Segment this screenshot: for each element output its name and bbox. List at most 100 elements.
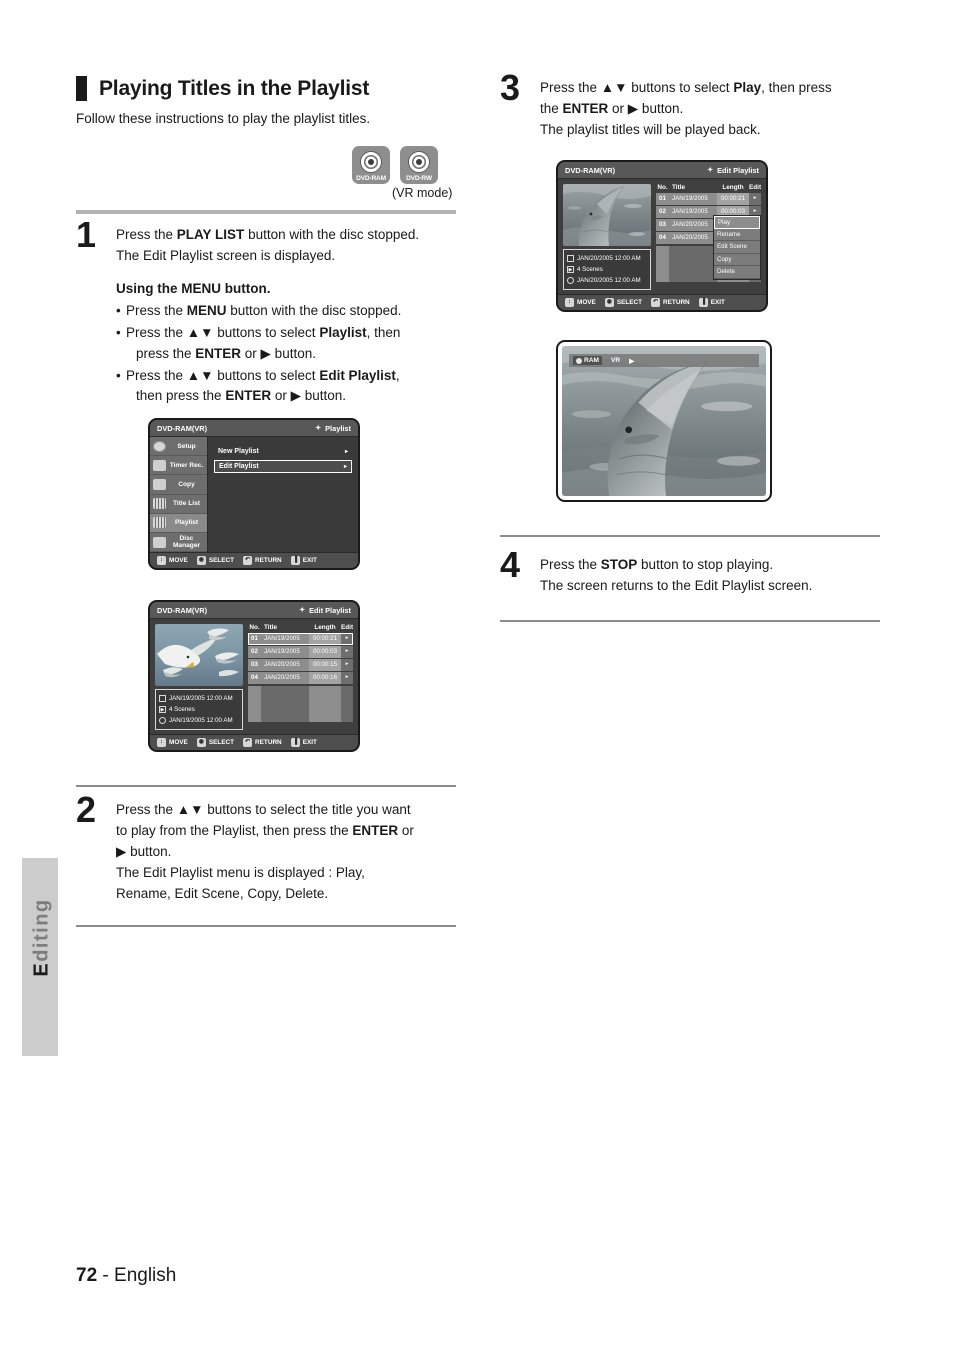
control-select[interactable]: ◉ SELECT [196,738,235,747]
control-move[interactable]: ↕ MOVE [565,298,596,307]
step-2-line-3: ▶ button. [116,843,172,859]
cell-length: 00:00:21 [309,633,341,645]
sidebar-item-playlist[interactable]: Playlist [150,513,207,533]
step-2-line-1: Press the ▲▼ buttons to select the title… [116,802,411,817]
table-row[interactable]: 04 JAN/20/2005 00:00:16 ▸ [248,672,353,684]
screenshot-playlist-menu: DVD-RAM(VR) ✦ Playlist Setup Timer Rec. … [148,418,360,570]
seagulls-artwork [155,624,243,686]
chevron-right-icon[interactable]: ▸ [341,672,353,684]
osd-control-bar: ↕ MOVE ◉ SELECT ↶ RETURN ▐ EXIT [150,734,358,750]
chevron-right-icon[interactable]: ▸ [341,659,353,671]
context-item-copy[interactable]: Copy [714,254,760,266]
step-1-subhead: Using the MENU button. [116,280,271,296]
info-line-date: JAN/19/2005 12:00 AM [159,695,239,702]
step-4-line-1: Press the STOP button to stop playing. [540,555,880,576]
chevron-right-icon[interactable]: ▸ [749,193,761,205]
step-3: 3 Press the ▲▼ buttons to select Play, t… [500,70,880,141]
divider-under-heading [76,210,456,214]
sidebar-item-disc-manager[interactable]: Disc Manager [150,533,207,553]
disc-icon [360,151,382,173]
cell-length: 00:00:15 [309,659,341,671]
text: button with the disc stopped. [244,227,420,242]
page-footer: 72 - English [76,1265,176,1287]
control-exit[interactable]: ▐ EXIT [290,556,317,565]
clock-icon [567,277,574,284]
osd-title-group: ✦ Playlist [315,424,351,433]
cell-no: 03 [248,659,261,671]
control-exit[interactable]: ▐ EXIT [698,298,725,307]
control-select[interactable]: ◉ SELECT [196,556,235,565]
cell-length: 00:00:03 [309,646,341,658]
key-playlist: Playlist [319,324,367,340]
disc-badge: RAM [573,356,603,365]
osd-title-group: ✦ Edit Playlist [299,606,351,615]
info-text: JAN/20/2005 12:00 AM [577,255,641,262]
page-number: 72 [76,1265,98,1286]
sidebar-item-setup[interactable]: Setup [150,437,207,457]
sidebar-item-copy[interactable]: Copy [150,475,207,495]
screenshot-playback: RAM VR ▶ [556,340,772,502]
control-move[interactable]: ↕ MOVE [157,556,188,565]
menu-item-new-playlist[interactable]: New Playlist ▸ [214,445,352,458]
chapter-side-tab: Editing [22,858,58,1056]
sidebar-item-title-list[interactable]: Title List [150,495,207,514]
chevron-right-icon: ▸ [343,464,347,470]
info-text: JAN/20/2005 12:00 AM [577,277,641,284]
chevron-right-icon[interactable]: ▸ [341,633,353,645]
context-item-rename[interactable]: Rename [714,229,760,241]
text: Press the ▲▼ buttons to select [540,80,734,95]
table-row[interactable]: 03 JAN/20/2005 00:00:15 ▸ [248,659,353,671]
control-return[interactable]: ↶ RETURN [651,298,690,307]
sidebar-item-label: Title List [173,500,200,508]
table-row[interactable]: 02 JAN/19/2005 00:00:03 ▸ [248,646,353,658]
chevron-right-icon[interactable]: ▸ [341,646,353,658]
context-item-delete[interactable]: Delete [714,266,760,279]
text: , [395,367,400,383]
control-label: SELECT [616,299,643,306]
control-return[interactable]: ↶ RETURN [243,738,282,747]
control-move[interactable]: ↕ MOVE [157,738,188,747]
control-label: RETURN [663,299,690,306]
key-enter: ENTER [352,822,399,838]
text: Press the ▲▼ buttons to select [126,324,320,340]
text: the [540,100,563,116]
cell-title: JAN/20/2005 [261,672,309,684]
info-line-scenes: ▶ 4 Scenes [567,266,647,273]
info-text: JAN/19/2005 12:00 AM [169,695,233,702]
scenes-icon: ▶ [159,706,166,713]
step-2-line-2: to play from the Playlist, then press th… [116,821,456,842]
sidebar-item-timer-rec[interactable]: Timer Rec. [150,456,207,476]
step-2-number: 2 [76,789,96,830]
menu-item-edit-playlist[interactable]: Edit Playlist ▸ [214,460,352,473]
disc-icon [576,357,582,364]
control-select[interactable]: ◉ SELECT [604,298,643,307]
screenshot-edit-playlist-menu: DVD-RAM(VR) ✦ Edit Playlist JAN/20/2005 … [556,160,768,312]
step-1-line-2: The Edit Playlist screen is displayed. [116,247,336,263]
cell-title: JAN/19/2005 [669,193,717,205]
playlist-icon [153,517,166,529]
control-return[interactable]: ↶ RETURN [243,556,282,565]
enter-icon: ◉ [196,556,206,565]
disc-compatibility-logos: DVD-RAM DVD-RW [352,146,438,184]
sidebar-item-label: Disc Manager [172,535,201,550]
control-label: EXIT [302,557,317,564]
control-label: SELECT [208,739,235,746]
page-footer-separator: - [97,1265,115,1286]
cell-no: 04 [656,232,669,244]
osd-menu-area: Setup Timer Rec. Copy Title List Playlis… [150,437,358,553]
cell-title: JAN/20/2005 [261,659,309,671]
context-item-play[interactable]: Play [714,216,760,229]
cell-no: 02 [248,646,261,658]
key-menu: MENU [186,302,227,318]
enter-icon: ◉ [604,298,614,307]
table-row[interactable]: 01 JAN/19/2005 00:00:21 ▸ [248,633,353,645]
column-header-title: Title [264,624,278,631]
context-item-edit-scene[interactable]: Edit Scene [714,241,760,254]
bullet-3-cont: then press the ENTER or ▶ button. [126,386,456,407]
title-info-box: JAN/20/2005 12:00 AM ▶ 4 Scenes JAN/20/2… [563,249,651,290]
clock-icon [159,717,166,724]
control-label: SELECT [208,557,235,564]
step-1: 1 Press the PLAY LIST button with the di… [76,217,456,407]
control-exit[interactable]: ▐ EXIT [290,738,317,747]
table-row[interactable]: 01 JAN/19/2005 00:00:21 ▸ [656,193,761,205]
